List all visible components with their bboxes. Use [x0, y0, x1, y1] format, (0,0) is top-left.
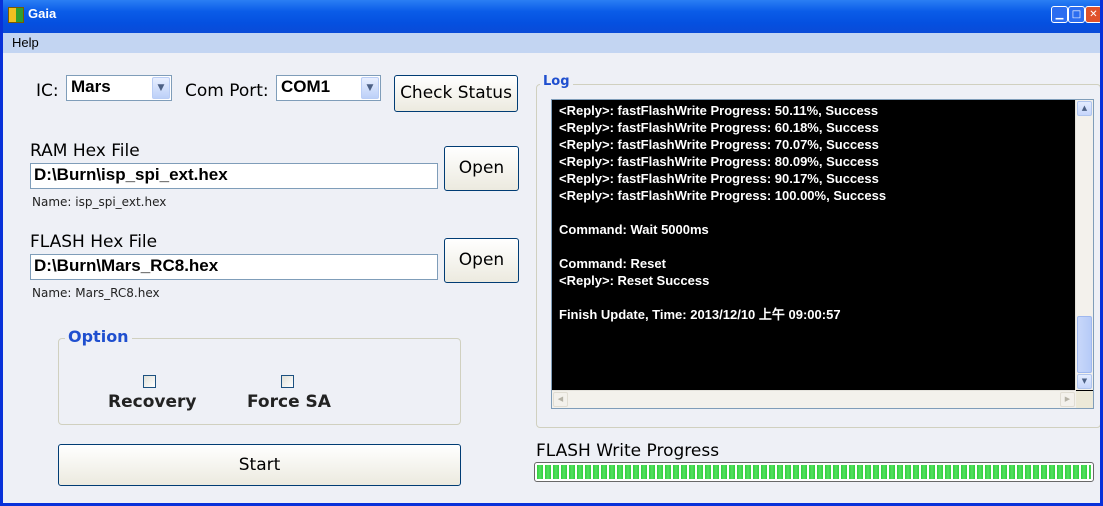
log-line: Finish Update, Time: 2013/12/10 上午 09:00… — [559, 307, 841, 322]
scroll-right-icon[interactable]: ▶ — [1060, 392, 1075, 407]
app-icon — [8, 7, 24, 23]
window-title: Gaia — [28, 6, 57, 21]
recovery-checkbox[interactable] — [143, 375, 156, 388]
com-port-select[interactable]: COM1 ▼ — [276, 75, 381, 101]
force-sa-label: Force SA — [247, 392, 331, 412]
check-status-button[interactable]: Check Status — [394, 75, 518, 112]
ic-select[interactable]: Mars ▼ — [66, 75, 172, 101]
scroll-down-icon[interactable]: ▼ — [1077, 374, 1092, 389]
log-horizontal-scrollbar[interactable]: ◀ ▶ — [552, 390, 1076, 408]
flash-write-progress-label: FLASH Write Progress — [536, 441, 720, 461]
maximize-icon: □ — [1071, 9, 1082, 20]
minimize-icon: ▁ — [1055, 9, 1064, 20]
menu-help[interactable]: Help — [12, 35, 39, 50]
menu-bar: Help — [3, 33, 1100, 53]
close-icon: ✕ — [1089, 9, 1098, 20]
force-sa-checkbox[interactable] — [281, 375, 294, 388]
log-line: <Reply>: fastFlashWrite Progress: 80.09%… — [559, 154, 879, 169]
app-window: Gaia ▁ □ ✕ Help IC: Mars ▼ Com Port: COM… — [0, 0, 1103, 506]
log-lines: <Reply>: fastFlashWrite Progress: 50.11%… — [559, 102, 1071, 323]
flash-write-progress-bar — [534, 462, 1094, 482]
com-port-label: Com Port: — [185, 81, 269, 101]
flash-file-name: Name: Mars_RC8.hex — [32, 286, 160, 300]
log-line: Command: Reset — [559, 256, 666, 271]
ic-selected-value: Mars — [71, 77, 111, 96]
ram-hex-label: RAM Hex File — [30, 141, 140, 161]
com-port-selected-value: COM1 — [281, 77, 331, 96]
scrollbar-corner — [1076, 391, 1093, 408]
chevron-down-icon[interactable]: ▼ — [361, 77, 379, 99]
ic-label: IC: — [36, 81, 59, 101]
title-bar[interactable]: Gaia ▁ □ ✕ — [3, 0, 1100, 33]
flash-hex-path-input[interactable]: D:\Burn\Mars_RC8.hex — [30, 254, 438, 280]
log-group-title: Log — [540, 74, 573, 89]
open-ram-button[interactable]: Open — [444, 146, 519, 191]
start-button[interactable]: Start — [58, 444, 461, 486]
scroll-left-icon[interactable]: ◀ — [553, 392, 568, 407]
ram-file-name: Name: isp_spi_ext.hex — [32, 195, 167, 209]
recovery-label: Recovery — [108, 392, 197, 412]
option-group-title: Option — [65, 327, 132, 346]
log-line: <Reply>: Reset Success — [559, 273, 710, 288]
chevron-down-icon[interactable]: ▼ — [152, 77, 170, 99]
minimize-button[interactable]: ▁ — [1051, 6, 1068, 23]
log-line: Command: Wait 5000ms — [559, 222, 709, 237]
ram-hex-path-input[interactable]: D:\Burn\isp_spi_ext.hex — [30, 163, 438, 189]
open-flash-button[interactable]: Open — [444, 238, 519, 283]
maximize-button[interactable]: □ — [1068, 6, 1085, 23]
log-line: <Reply>: fastFlashWrite Progress: 100.00… — [559, 188, 887, 203]
log-vertical-scrollbar[interactable]: ▲ ▼ — [1075, 100, 1093, 390]
close-button[interactable]: ✕ — [1085, 6, 1100, 23]
log-line: <Reply>: fastFlashWrite Progress: 60.18%… — [559, 120, 879, 135]
log-line: <Reply>: fastFlashWrite Progress: 90.17%… — [559, 171, 879, 186]
log-line: <Reply>: fastFlashWrite Progress: 70.07%… — [559, 137, 879, 152]
scroll-up-icon[interactable]: ▲ — [1077, 101, 1092, 116]
log-line: <Reply>: fastFlashWrite Progress: 50.11%… — [559, 103, 879, 118]
log-output[interactable]: <Reply>: fastFlashWrite Progress: 50.11%… — [551, 99, 1094, 409]
scroll-thumb[interactable] — [1077, 316, 1092, 373]
progress-fill — [537, 465, 1091, 479]
flash-hex-label: FLASH Hex File — [30, 232, 158, 252]
